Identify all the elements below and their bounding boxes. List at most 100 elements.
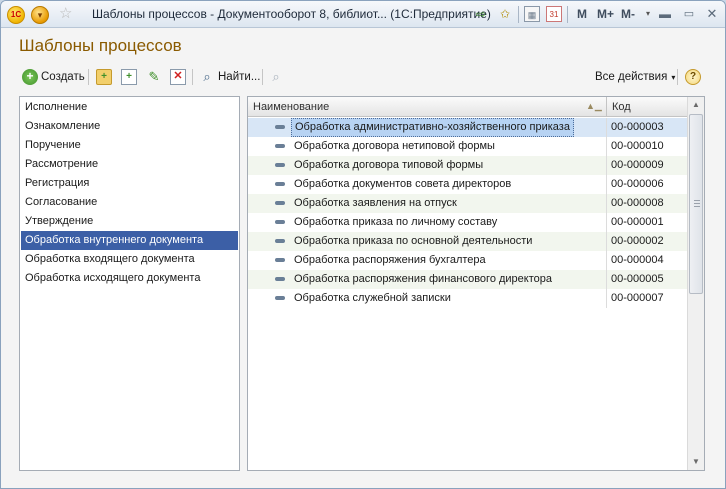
template-item-icon (275, 296, 285, 300)
delete-mark-icon: ✕ (170, 69, 186, 85)
window-title: Шаблоны процессов - Документооборот 8, б… (92, 7, 491, 21)
row-name: Обработка приказа по основной деятельнос… (294, 235, 533, 247)
cell-divider (606, 137, 607, 156)
cell-divider (606, 156, 607, 175)
row-code: 00-000009 (611, 159, 664, 171)
all-actions-menu[interactable]: Все действия ▾ (595, 67, 675, 87)
main-window: 1С ▾ ☆ Шаблоны процессов - Документообор… (0, 0, 726, 489)
cell-divider (606, 175, 607, 194)
delete-button[interactable]: ✕ (170, 67, 189, 87)
template-item-icon (275, 163, 285, 167)
find-button[interactable]: ⌕ Найти... (199, 67, 260, 87)
row-name: Обработка административно-хозяйственного… (291, 118, 574, 137)
memory-minus-button[interactable]: M- (621, 7, 635, 21)
toolbar-separator (88, 69, 89, 85)
grip-line (694, 200, 700, 201)
row-code: 00-000008 (611, 197, 664, 209)
template-item-icon (275, 125, 285, 129)
template-item-icon (275, 258, 285, 262)
table-row[interactable]: Обработка заявления на отпуск 00-000008 (248, 194, 687, 213)
scroll-down-icon[interactable]: ▼ (688, 454, 704, 470)
list-item[interactable]: Поручение (21, 136, 238, 155)
app-logo-icon[interactable]: 1С (7, 6, 25, 24)
memory-plus-button[interactable]: M+ (597, 7, 614, 21)
table-row[interactable]: Обработка приказа по личному составу 00-… (248, 213, 687, 232)
sort-icon[interactable]: ▲▁ (586, 101, 602, 112)
maximize-icon[interactable]: ▭ (681, 6, 697, 22)
vertical-scrollbar[interactable]: ▲ ▼ (687, 97, 704, 470)
list-item-selected[interactable]: Обработка внутреннего документа (21, 231, 238, 250)
row-code: 00-000004 (611, 254, 664, 266)
cell-divider (606, 194, 607, 213)
column-header-code[interactable]: Код (607, 97, 687, 117)
template-types-list[interactable]: Исполнение Ознакомление Поручение Рассмо… (19, 96, 240, 471)
calculator-icon[interactable]: ▦ (524, 6, 540, 22)
list-item[interactable]: Рассмотрение (21, 155, 238, 174)
cell-divider (606, 289, 607, 308)
table-row[interactable]: Обработка распоряжения финансового дирек… (248, 270, 687, 289)
copy-button[interactable]: + (121, 67, 140, 87)
minimize-icon[interactable]: ▬ (657, 6, 673, 22)
list-item[interactable]: Согласование (21, 193, 238, 212)
pencil-icon: ✎ (148, 69, 160, 84)
titlebar-separator (518, 6, 519, 23)
list-item[interactable]: Утверждение (21, 212, 238, 231)
row-name: Обработка заявления на отпуск (294, 197, 457, 209)
help-button[interactable]: ? (685, 67, 704, 87)
table-row-selected[interactable]: Обработка административно-хозяйственного… (248, 118, 687, 137)
list-item[interactable]: Обработка исходящего документа (21, 269, 238, 288)
table-row[interactable]: Обработка договора нетиповой формы 00-00… (248, 137, 687, 156)
row-code: 00-000010 (611, 140, 664, 152)
table-row[interactable]: Обработка служебной записки 00-000007 (248, 289, 687, 308)
toolbar-separator (192, 69, 193, 85)
plus-circle-icon: + (22, 69, 38, 85)
create-button-label: Создать (41, 71, 85, 83)
list-item[interactable]: Обработка входящего документа (21, 250, 238, 269)
calendar-icon[interactable]: 31 (546, 6, 562, 22)
edit-button[interactable]: ✎ (146, 67, 165, 87)
template-item-icon (275, 144, 285, 148)
column-header-name[interactable]: Наименование (248, 97, 606, 117)
table-row[interactable]: Обработка распоряжения бухгалтера 00-000… (248, 251, 687, 270)
close-icon[interactable]: ✕ (704, 6, 720, 22)
bookmark-icon[interactable]: ✩ (497, 6, 513, 22)
magnifier-icon: ⌕ (203, 69, 211, 84)
help-icon: ? (685, 69, 701, 85)
cell-divider (606, 270, 607, 289)
template-item-icon (275, 201, 285, 205)
copy-icon: + (121, 69, 137, 85)
memory-button[interactable]: M (577, 7, 587, 21)
cell-divider (606, 213, 607, 232)
table-row[interactable]: Обработка договора типовой формы 00-0000… (248, 156, 687, 175)
row-code: 00-000002 (611, 235, 664, 247)
find-button-label: Найти... (218, 71, 261, 83)
create-group-button[interactable]: + (96, 67, 115, 87)
create-button[interactable]: + Создать (22, 67, 85, 87)
cell-divider (606, 232, 607, 251)
template-item-icon (275, 277, 285, 281)
table-row[interactable]: Обработка приказа по основной деятельнос… (248, 232, 687, 251)
cancel-search-button[interactable]: ⌕ (268, 67, 287, 87)
favorite-star-icon[interactable]: ☆ (59, 4, 72, 22)
row-code: 00-000003 (611, 121, 664, 133)
main-menu-icon[interactable]: ▾ (31, 6, 49, 24)
template-item-icon (275, 182, 285, 186)
templates-table[interactable]: Наименование ▲▁ Код Обработка администра… (247, 96, 705, 471)
list-item[interactable]: Регистрация (21, 174, 238, 193)
scroll-thumb[interactable] (689, 114, 703, 294)
dropdown-arrow-icon[interactable]: ▾ (640, 6, 656, 22)
row-code: 00-000005 (611, 273, 664, 285)
list-item[interactable]: Исполнение (21, 98, 238, 117)
template-item-icon (275, 220, 285, 224)
row-name: Обработка распоряжения финансового дирек… (294, 273, 552, 285)
table-row[interactable]: Обработка документов совета директоров 0… (248, 175, 687, 194)
back-arrow-icon[interactable]: ⇨ (473, 6, 489, 22)
list-item[interactable]: Ознакомление (21, 117, 238, 136)
grip-line (694, 206, 700, 207)
scroll-up-icon[interactable]: ▲ (688, 97, 704, 113)
cancel-search-icon: ⌕ (272, 69, 280, 84)
row-code: 00-000007 (611, 292, 664, 304)
titlebar-separator (567, 6, 568, 23)
title-bar: 1С ▾ ☆ Шаблоны процессов - Документообор… (1, 1, 725, 28)
row-name: Обработка договора типовой формы (294, 159, 484, 171)
